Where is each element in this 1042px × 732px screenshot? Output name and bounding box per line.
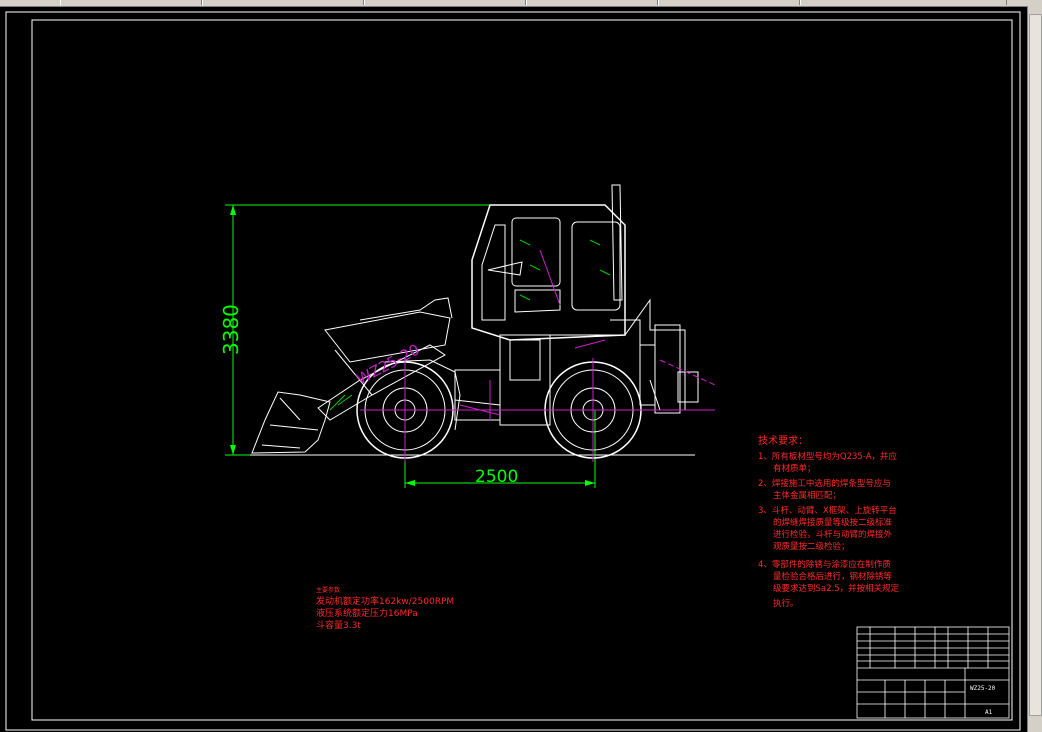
green-accents: [329, 239, 611, 411]
specs-title: 主要参数: [316, 586, 340, 594]
height-dimension-text: 3380: [219, 304, 243, 355]
spec-engine: 发动机额定功率162kw/2500RPM: [316, 595, 454, 607]
scrollbar-thumb[interactable]: [1029, 14, 1042, 716]
wheelbase-dimension-text: 2500: [475, 467, 518, 487]
tech-note-line: 级要求达到Sa2.5，并按相关规定: [773, 583, 900, 594]
bucket-ribs: [261, 397, 319, 449]
model-label-on-boom: WZ25-20: [353, 340, 422, 388]
tech-note-line: 执行。: [773, 598, 799, 609]
spec-pressure: 液压系统额定压力16MPa: [316, 607, 418, 619]
vertical-scrollbar[interactable]: [1027, 6, 1042, 732]
tech-note-line: 的焊缝焊接质量等级按二级标准: [773, 517, 893, 528]
tech-note-line: 4、零部件的除锈与涂漆应在制作质: [758, 559, 891, 570]
outer-frame: [5, 11, 1021, 731]
spec-bucket: 斗容量3.3t: [316, 619, 361, 631]
title-block: [856, 626, 1010, 719]
tech-note-line: 有材质单；: [773, 463, 816, 474]
tech-note-line: 3、斗杆、动臂、X框架、上旋转平台: [758, 505, 897, 516]
wheel-loader-drawing: [251, 184, 699, 459]
tech-note-line: 量检验合格后进行，钢材除锈等: [773, 571, 893, 582]
rear-body: [520, 298, 686, 411]
tech-note-line: 1、所有板材型号均为Q235-A，并应: [758, 451, 898, 462]
tech-note-line: 观质量按二级检验；: [773, 541, 850, 552]
tech-note-line: 进行检验，斗杆与动臂的焊接外: [773, 529, 893, 540]
inner-frame: [31, 19, 1013, 721]
cad-drawing-canvas[interactable]: 3380 2500 WZ25-20 技术要求： 1、所有板材型号均为Q235-A…: [0, 0, 1028, 732]
tech-notes-title: 技术要求：: [758, 434, 808, 447]
bucket-outline: [251, 391, 331, 454]
title-block-sheet-size: A1: [985, 709, 993, 716]
cab-window-front: [511, 217, 561, 287]
tech-note-line: 主体金属相匹配；: [773, 490, 841, 501]
tech-note-line: 2、焊接施工中选用的焊条型号应与: [758, 478, 891, 489]
title-block-drawing-no: WZ25-20: [970, 685, 996, 692]
